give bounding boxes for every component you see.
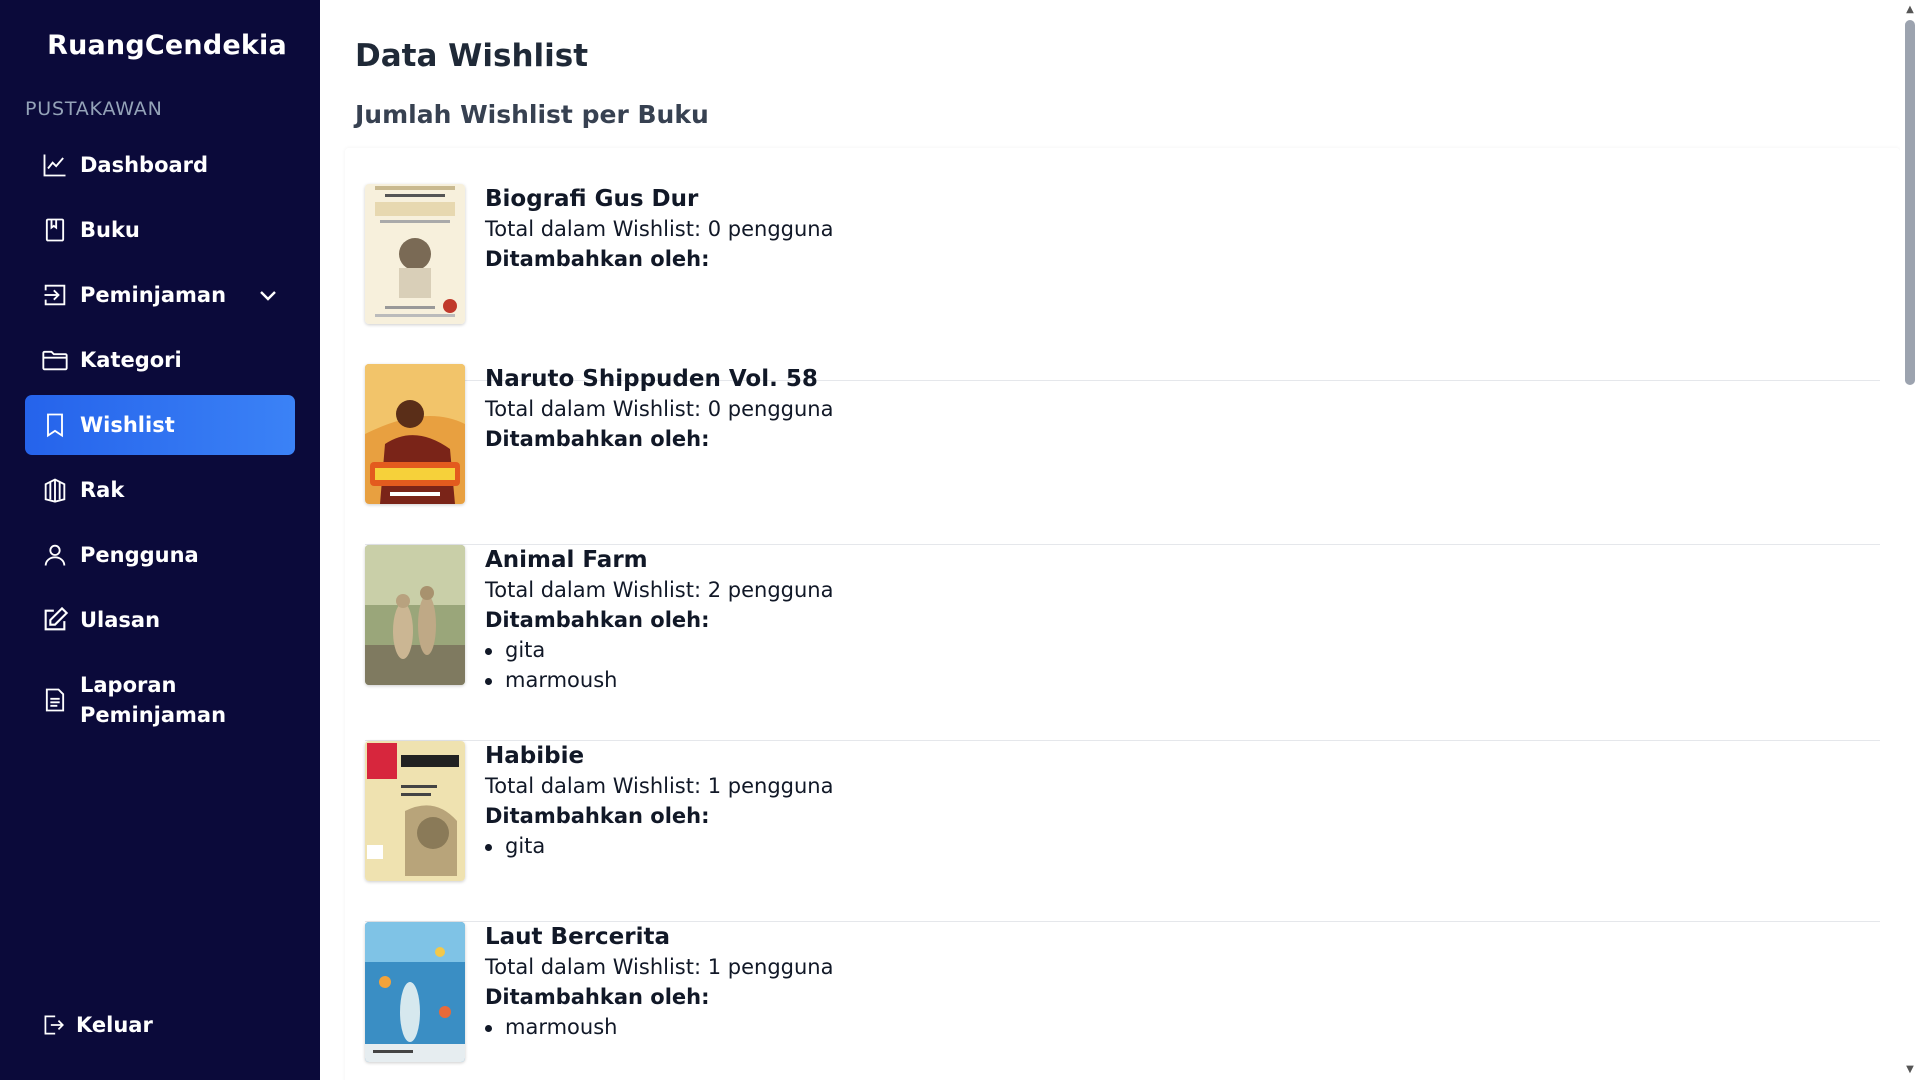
sidebar-item-rak[interactable]: Rak (25, 460, 295, 520)
section-title: Jumlah Wishlist per Buku (355, 100, 709, 129)
book-title[interactable]: Habibie (485, 741, 833, 771)
scroll-up-arrow-icon[interactable]: ▲ (1905, 5, 1915, 15)
sidebar-item-label: Wishlist (80, 413, 175, 437)
book-title[interactable]: Animal Farm (485, 545, 833, 575)
chart-line-icon (40, 150, 70, 180)
book-icon (40, 215, 70, 245)
sidebar-item-label: Dashboard (80, 153, 209, 177)
added-by-label: Ditambahkan oleh: (485, 804, 710, 828)
bookshelf-icon (40, 475, 70, 505)
book-title[interactable]: Naruto Shippuden Vol. 58 (485, 364, 833, 394)
page-title: Data Wishlist (355, 38, 589, 74)
sidebar-item-buku[interactable]: Buku (25, 200, 295, 260)
logout-button[interactable]: Keluar (40, 1012, 153, 1038)
sidebar-item-label: Peminjaman (80, 283, 227, 307)
wishlist-total: Total dalam Wishlist: 1 pengguna (485, 955, 834, 979)
book-cover-image (365, 741, 465, 881)
book-info: Laut Bercerita Total dalam Wishlist: 1 p… (485, 922, 833, 1080)
sidebar-item-peminjaman[interactable]: Peminjaman (25, 265, 295, 325)
sidebar: RuangCendekia PUSTAKAWAN Dashboard Buku … (0, 0, 320, 1080)
book-info: Habibie Total dalam Wishlist: 1 pengguna… (485, 741, 833, 921)
sidebar-item-wishlist[interactable]: Wishlist (25, 395, 295, 455)
added-by-label: Ditambahkan oleh: (485, 427, 710, 451)
sidebar-item-label: Pengguna (80, 543, 199, 567)
list-item: Animal Farm Total dalam Wishlist: 2 peng… (365, 545, 1880, 741)
folder-icon (40, 345, 70, 375)
user-list: gita (485, 831, 833, 861)
book-cover-image (365, 545, 465, 685)
user-list-item: gita (485, 635, 833, 665)
sidebar-item-dashboard[interactable]: Dashboard (25, 135, 295, 195)
user-icon (40, 540, 70, 570)
sidebar-item-label: Buku (80, 218, 140, 242)
document-icon (40, 685, 70, 715)
wishlist-total: Total dalam Wishlist: 0 pengguna (485, 397, 834, 421)
user-list-item: marmoush (485, 1012, 833, 1042)
bookmark-icon (40, 410, 70, 440)
sidebar-item-label: Ulasan (80, 608, 161, 632)
sidebar-item-laporan-peminjaman[interactable]: Laporan Peminjaman (25, 660, 295, 740)
sidebar-item-pengguna[interactable]: Pengguna (25, 525, 295, 585)
book-cover-image (365, 364, 465, 504)
main-content: Data Wishlist Jumlah Wishlist per Buku B… (320, 0, 1900, 1080)
wishlist-total: Total dalam Wishlist: 2 pengguna (485, 578, 834, 602)
login-arrow-icon (40, 280, 70, 310)
list-item: Laut Bercerita Total dalam Wishlist: 1 p… (365, 922, 1880, 1080)
book-info: Animal Farm Total dalam Wishlist: 2 peng… (485, 545, 833, 740)
edit-icon (40, 605, 70, 635)
user-list: marmoush (485, 1012, 833, 1042)
list-item: Biografi Gus Dur Total dalam Wishlist: 0… (365, 184, 1880, 381)
sidebar-section-label: PUSTAKAWAN (25, 98, 163, 120)
sidebar-item-label: Laporan Peminjaman (80, 673, 227, 727)
wishlist-total: Total dalam Wishlist: 1 pengguna (485, 774, 834, 798)
added-by-label: Ditambahkan oleh: (485, 247, 710, 271)
chevron-down-icon[interactable] (256, 283, 280, 307)
added-by-label: Ditambahkan oleh: (485, 608, 710, 632)
book-info: Naruto Shippuden Vol. 58 Total dalam Wis… (485, 364, 833, 544)
brand-logo[interactable]: RuangCendekia (0, 30, 334, 61)
user-list-item: marmoush (485, 665, 833, 695)
book-title[interactable]: Laut Bercerita (485, 922, 833, 952)
wishlist-total: Total dalam Wishlist: 0 pengguna (485, 217, 834, 241)
scroll-down-arrow-icon[interactable]: ▼ (1905, 1065, 1915, 1075)
logout-label: Keluar (76, 1013, 153, 1037)
list-item: Habibie Total dalam Wishlist: 1 pengguna… (365, 741, 1880, 922)
sidebar-item-kategori[interactable]: Kategori (25, 330, 295, 390)
logout-icon (40, 1012, 66, 1038)
sidebar-item-label: Kategori (80, 348, 182, 372)
user-list-item: gita (485, 831, 833, 861)
scrollbar-thumb[interactable] (1905, 20, 1915, 385)
book-cover-image (365, 184, 465, 324)
user-list: gita marmoush (485, 635, 833, 695)
sidebar-item-label: Rak (80, 478, 125, 502)
added-by-label: Ditambahkan oleh: (485, 985, 710, 1009)
wishlist-card: Biografi Gus Dur Total dalam Wishlist: 0… (345, 148, 1900, 1080)
list-item: Naruto Shippuden Vol. 58 Total dalam Wis… (365, 364, 1880, 545)
sidebar-item-ulasan[interactable]: Ulasan (25, 590, 295, 650)
book-cover-image (365, 922, 465, 1062)
book-info: Biografi Gus Dur Total dalam Wishlist: 0… (485, 184, 833, 380)
book-title[interactable]: Biografi Gus Dur (485, 184, 833, 214)
page-scrollbar[interactable]: ▲ ▼ (1900, 0, 1920, 1080)
